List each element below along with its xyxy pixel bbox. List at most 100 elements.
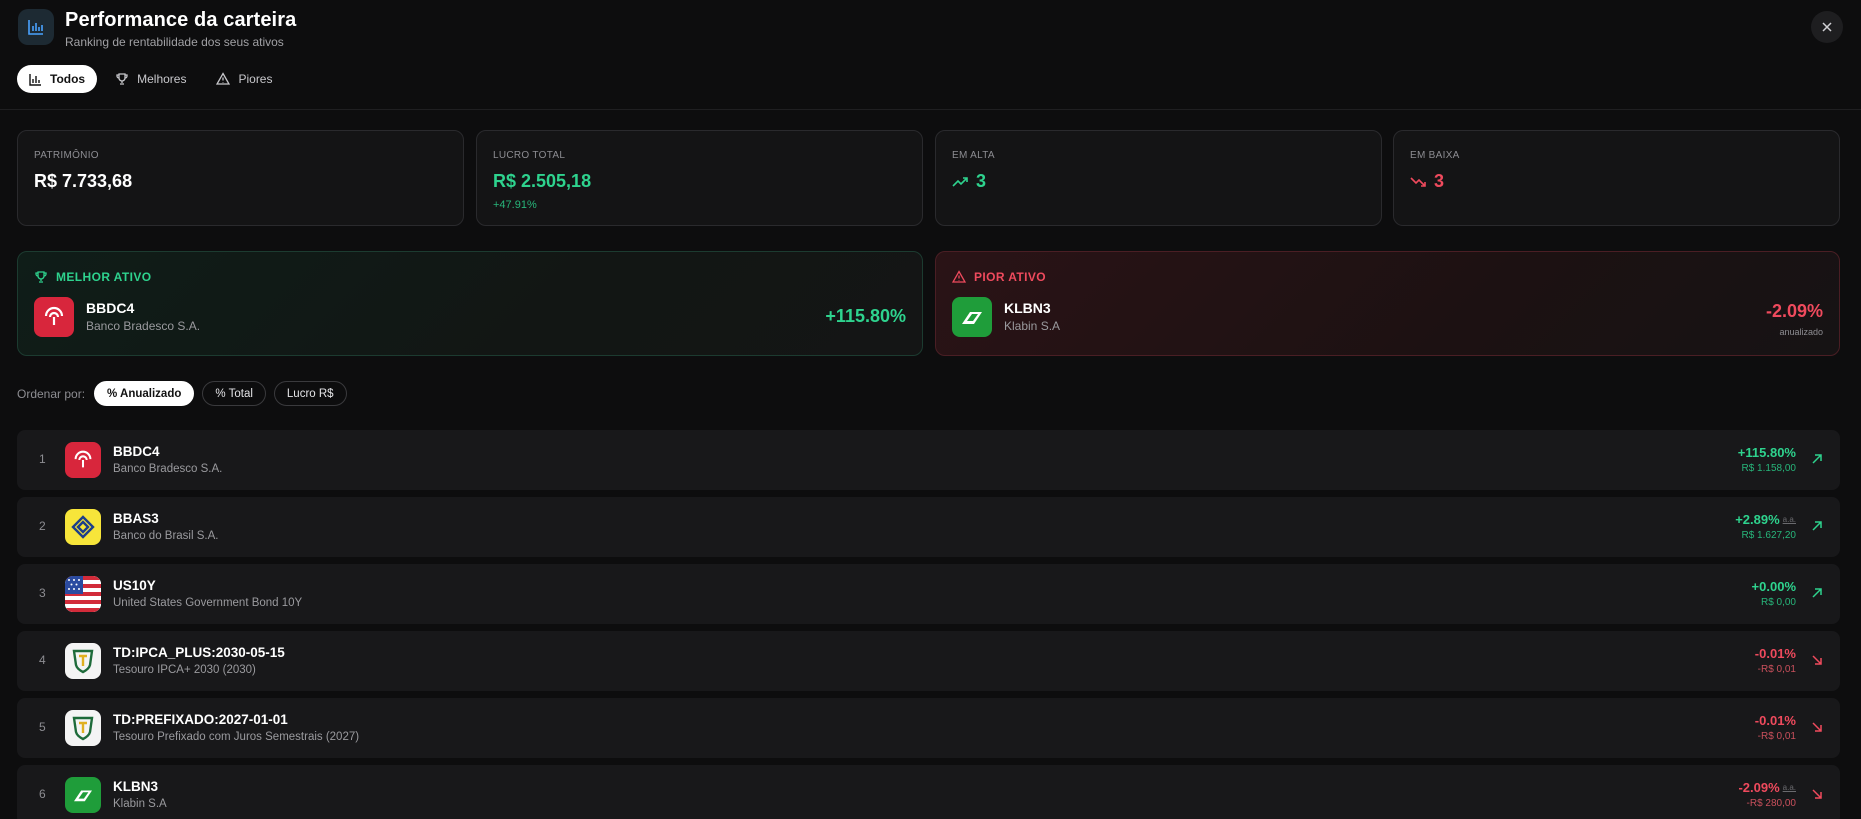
asset-percent: -0.01% xyxy=(1754,646,1796,661)
page-subtitle: Ranking de rentabilidade dos seus ativos xyxy=(65,35,284,49)
asset-profit: -R$ 280,00 xyxy=(1746,798,1796,809)
list-item[interactable]: 4 TD:IPCA_PLUS:2030-05-15 Tesouro IPCA+ … xyxy=(17,631,1840,691)
close-icon xyxy=(1822,22,1832,32)
trending-up-icon xyxy=(952,176,968,187)
tab-label: Piores xyxy=(238,72,273,86)
lucro-total-card: LUCRO TOTAL R$ 2.505,18 +47.91% xyxy=(476,130,923,226)
best-asset-label: MELHOR ATIVO xyxy=(34,270,151,284)
close-button[interactable] xyxy=(1811,11,1843,43)
asset-ticker: BBAS3 xyxy=(113,511,159,526)
klabin-logo-icon xyxy=(952,297,992,337)
patrimonio-card: PATRIMÔNIO R$ 7.733,68 xyxy=(17,130,464,226)
em-alta-card: EM ALTA 3 xyxy=(935,130,1382,226)
warning-icon xyxy=(216,72,231,85)
asset-profit: -R$ 0,01 xyxy=(1757,731,1796,742)
trending-down-icon xyxy=(1410,176,1426,187)
tab-label: Todos xyxy=(50,72,86,86)
asset-ticker: US10Y xyxy=(113,578,156,593)
card-label: EM ALTA xyxy=(952,150,995,161)
list-item[interactable]: 2 BBAS3 Banco do Brasil S.A. +2.89% a.a. … xyxy=(17,497,1840,557)
warning-icon xyxy=(952,270,966,283)
arrow-up-right-icon xyxy=(1812,521,1822,531)
bradesco-logo-icon xyxy=(34,297,74,337)
list-item[interactable]: 3 US10Y United States Government Bond 10… xyxy=(17,564,1840,624)
sort-lucro-button[interactable]: Lucro R$ xyxy=(273,381,347,406)
arrow-up-right-icon xyxy=(1812,454,1822,464)
tab-piores[interactable]: Piores xyxy=(204,65,284,93)
worst-asset-ticker: KLBN3 xyxy=(1004,300,1051,316)
rank-number: 4 xyxy=(39,653,46,667)
asset-ranking-list: 1 BBDC4 Banco Bradesco S.A. +115.80% R$ … xyxy=(17,430,1840,819)
page-title: Performance da carteira xyxy=(65,9,297,31)
arrow-up-right-icon xyxy=(1812,588,1822,598)
asset-name: Banco Bradesco S.A. xyxy=(113,463,223,475)
tab-label: Melhores xyxy=(137,72,187,86)
asset-profit: R$ 0,00 xyxy=(1760,597,1796,608)
card-label: PATRIMÔNIO xyxy=(34,150,99,161)
asset-percent: -2.09% a.a. xyxy=(1738,780,1796,795)
sort-bar: Ordenar por: % Anualizado % Total Lucro … xyxy=(17,381,347,406)
tab-melhores[interactable]: Melhores xyxy=(103,65,198,93)
bradesco-logo-icon xyxy=(65,442,101,478)
tesouro-logo-icon xyxy=(65,643,101,679)
worst-asset-name: Klabin S.A xyxy=(1004,319,1061,333)
asset-percent: +115.80% xyxy=(1737,445,1796,460)
arrow-down-right-icon xyxy=(1812,789,1822,799)
em-baixa-card: EM BAIXA 3 xyxy=(1393,130,1840,226)
worst-asset-label: PIOR ATIVO xyxy=(952,270,1046,284)
us-flag-icon xyxy=(65,576,101,612)
bar-chart-icon xyxy=(18,9,54,45)
list-item[interactable]: 1 BBDC4 Banco Bradesco S.A. +115.80% R$ … xyxy=(17,430,1840,490)
bar-chart-icon xyxy=(29,73,41,86)
list-item[interactable]: 5 TD:PREFIXADO:2027-01-01 Tesouro Prefix… xyxy=(17,698,1840,758)
card-label: LUCRO TOTAL xyxy=(493,150,566,161)
tesouro-logo-icon xyxy=(65,710,101,746)
worst-asset-note: anualizado xyxy=(1779,327,1823,337)
asset-name: Banco do Brasil S.A. xyxy=(113,530,219,542)
sort-label: Ordenar por: xyxy=(17,386,86,401)
trophy-icon xyxy=(116,73,128,85)
asset-profit: R$ 1.627,20 xyxy=(1741,530,1797,541)
arrow-down-right-icon xyxy=(1812,722,1822,732)
modal-header: Performance da carteira Ranking de renta… xyxy=(0,0,1861,110)
em-alta-value: 3 xyxy=(952,171,986,192)
arrow-down-right-icon xyxy=(1812,655,1822,665)
asset-ticker: TD:PREFIXADO:2027-01-01 xyxy=(113,712,288,727)
asset-ticker: BBDC4 xyxy=(113,444,160,459)
banco-do-brasil-logo-icon xyxy=(65,509,101,545)
asset-name: Tesouro IPCA+ 2030 (2030) xyxy=(113,664,256,676)
asset-profit: -R$ 0,01 xyxy=(1757,664,1796,675)
sort-anualizado-button[interactable]: % Anualizado xyxy=(94,381,195,406)
rank-number: 1 xyxy=(39,452,46,466)
asset-name: Klabin S.A xyxy=(113,798,167,810)
rank-number: 5 xyxy=(39,720,46,734)
best-asset-percent: +115.80% xyxy=(825,306,906,326)
asset-percent: +2.89% a.a. xyxy=(1735,512,1796,527)
rank-number: 2 xyxy=(39,519,46,533)
rank-number: 6 xyxy=(39,787,46,801)
patrimonio-value: R$ 7.733,68 xyxy=(34,171,133,191)
em-baixa-value: 3 xyxy=(1410,171,1444,192)
best-asset-card[interactable]: MELHOR ATIVO BBDC4 Banco Bradesco S.A. +… xyxy=(17,251,923,356)
asset-ticker: TD:IPCA_PLUS:2030-05-15 xyxy=(113,645,285,660)
lucro-total-percent: +47.91% xyxy=(493,199,537,211)
asset-name: Tesouro Prefixado com Juros Semestrais (… xyxy=(113,731,360,743)
klabin-logo-icon xyxy=(65,777,101,813)
rank-number: 3 xyxy=(39,586,46,600)
filter-tabs: Todos Melhores Piores xyxy=(17,65,284,93)
asset-percent: +0.00% xyxy=(1751,579,1796,594)
list-item[interactable]: 6 KLBN3 Klabin S.A -2.09% a.a. -R$ 280,00 xyxy=(17,765,1840,819)
trophy-icon xyxy=(35,271,47,283)
asset-ticker: KLBN3 xyxy=(113,779,159,794)
worst-asset-card[interactable]: PIOR ATIVO KLBN3 Klabin S.A -2.09% anual… xyxy=(935,251,1840,356)
sort-total-button[interactable]: % Total xyxy=(202,381,266,406)
asset-percent: -0.01% xyxy=(1754,713,1796,728)
best-asset-ticker: BBDC4 xyxy=(86,300,135,316)
asset-profit: R$ 1.158,00 xyxy=(1741,463,1797,474)
lucro-total-value: R$ 2.505,18 xyxy=(493,171,592,191)
asset-name: United States Government Bond 10Y xyxy=(113,597,303,609)
tab-todos[interactable]: Todos xyxy=(17,65,98,93)
card-label: EM BAIXA xyxy=(1410,150,1460,161)
best-asset-name: Banco Bradesco S.A. xyxy=(86,319,201,333)
worst-asset-percent: -2.09% xyxy=(1765,301,1823,321)
